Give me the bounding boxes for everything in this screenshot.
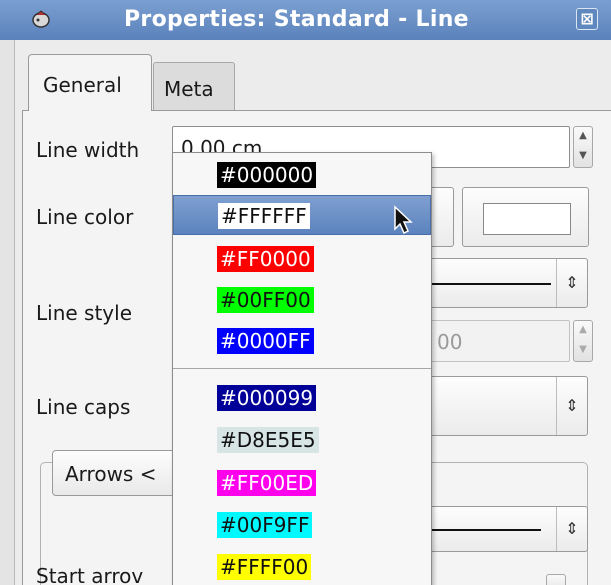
line-style-length-spinner[interactable]: ▲ ▼	[573, 320, 593, 362]
chevron-updown-icon: ⇕	[556, 259, 587, 307]
tab-meta-label: Meta	[164, 77, 214, 101]
line-style-length-value: 00	[437, 330, 463, 354]
window-left-edge	[0, 40, 15, 585]
start-arrow-sample	[431, 529, 541, 531]
line-width-spinner[interactable]: ▲ ▼	[573, 126, 593, 168]
color-option[interactable]: #D8E5E5	[173, 420, 431, 460]
line-width-label: Line width	[36, 138, 140, 162]
color-option[interactable]: #000099	[173, 378, 431, 418]
properties-dialog: Properties: Standard - Line ⊠ Meta Gener…	[0, 0, 611, 585]
app-icon	[32, 10, 50, 28]
start-arrow-spinner[interactable]	[546, 574, 566, 585]
color-option-swatch: #00F9FF	[217, 512, 313, 538]
window-title: Properties: Standard - Line	[124, 7, 469, 32]
tab-general-label: General	[43, 73, 122, 97]
color-option[interactable]: #FFFF00	[173, 547, 431, 585]
color-option-swatch: #00FF00	[217, 287, 314, 313]
color-option-swatch: #D8E5E5	[217, 427, 319, 453]
close-icon[interactable]: ⊠	[576, 8, 598, 30]
color-option-swatch: #000099	[217, 385, 317, 411]
chevron-updown-icon: ⇕	[556, 377, 587, 435]
line-caps-label: Line caps	[36, 395, 131, 419]
line-style-sample	[431, 283, 551, 285]
color-option[interactable]: #FF00ED	[173, 463, 431, 503]
start-arrow-label: Start arrov	[36, 564, 144, 585]
title-bar[interactable]: Properties: Standard - Line ⊠	[0, 0, 611, 40]
mouse-pointer-icon	[394, 205, 413, 235]
line-style-label: Line style	[36, 301, 132, 325]
color-option[interactable]: #0000FF	[173, 321, 431, 361]
color-option-swatch: #FF00ED	[217, 470, 317, 496]
color-option-swatch: #000000	[217, 162, 317, 188]
dropdown-separator	[173, 368, 431, 369]
line-color-label: Line color	[36, 205, 134, 229]
color-option-swatch: #0000FF	[217, 328, 314, 354]
color-option-swatch: #FFFF00	[217, 554, 312, 580]
chevron-updown-icon: ⇕	[556, 507, 587, 551]
tab-meta[interactable]: Meta	[153, 62, 235, 110]
line-color-swatch	[483, 203, 571, 235]
line-color-swatch-button[interactable]	[462, 187, 589, 247]
tab-general[interactable]: General	[28, 54, 152, 111]
color-option[interactable]: #00F9FF	[173, 505, 431, 545]
color-option-swatch: #FFFFFF	[218, 203, 310, 229]
arrows-toggle-label: Arrows <	[65, 462, 157, 486]
arrows-toggle-button[interactable]: Arrows <	[52, 450, 182, 496]
color-option[interactable]: #FF0000	[173, 239, 431, 279]
color-option-swatch: #FF0000	[217, 246, 314, 272]
color-option[interactable]: #00FF00	[173, 280, 431, 320]
color-option[interactable]: #000000	[173, 155, 431, 195]
